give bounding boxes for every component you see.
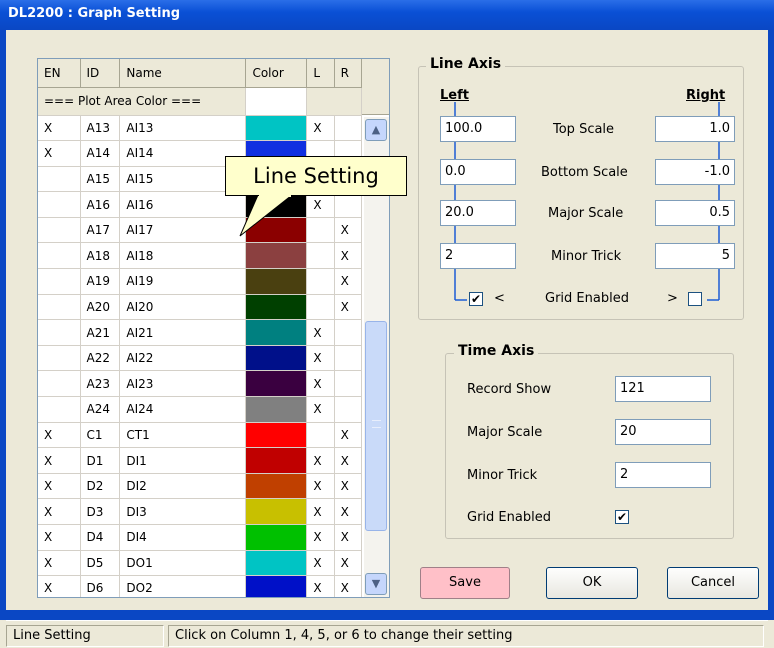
minor-trick-label: Minor Trick <box>551 249 622 264</box>
time-major-scale-input[interactable]: 20 <box>615 419 711 445</box>
record-show-input[interactable]: 121 <box>615 376 711 402</box>
status-pane-right: Click on Column 1, 4, 5, or 6 to change … <box>168 625 764 647</box>
top-scale-left-input[interactable]: 100.0 <box>440 116 516 142</box>
time-grid-enabled-checkbox[interactable]: ✔ <box>615 510 629 524</box>
cancel-button[interactable]: Cancel <box>667 567 759 599</box>
checkmark-icon: ✔ <box>470 292 482 306</box>
time-major-scale-label: Major Scale <box>467 425 543 440</box>
bottom-scale-label: Bottom Scale <box>541 165 628 180</box>
time-minor-trick-label: Minor Trick <box>467 468 538 483</box>
major-scale-left-input[interactable]: 20.0 <box>440 200 516 226</box>
axis-lines <box>454 102 720 301</box>
grid-left-marker: < <box>494 291 505 306</box>
grid-right-marker: > <box>667 291 678 306</box>
major-scale-right-input[interactable]: 0.5 <box>655 200 735 226</box>
window-bottom-border <box>0 610 774 620</box>
minor-trick-left-input[interactable]: 2 <box>440 243 516 269</box>
time-grid-enabled-label: Grid Enabled <box>467 510 551 525</box>
grid-enabled-right-checkbox[interactable] <box>688 292 702 306</box>
grid-enabled-left-checkbox[interactable]: ✔ <box>469 292 483 306</box>
record-show-label: Record Show <box>467 382 552 397</box>
status-pane-left: Line Setting <box>6 625 164 647</box>
status-bar: Line Setting Click on Column 1, 4, 5, or… <box>6 620 768 648</box>
checkmark-icon: ✔ <box>616 510 628 524</box>
graph-setting-window: DL2200 : Graph Setting EN ID Name Color … <box>0 0 774 648</box>
ok-button[interactable]: OK <box>546 567 638 599</box>
major-scale-label: Major Scale <box>548 206 624 221</box>
top-scale-right-input[interactable]: 1.0 <box>655 116 735 142</box>
time-minor-trick-input[interactable]: 2 <box>615 462 711 488</box>
grid-enabled-label: Grid Enabled <box>545 291 629 306</box>
bottom-scale-right-input[interactable]: -1.0 <box>655 159 735 185</box>
bottom-scale-left-input[interactable]: 0.0 <box>440 159 516 185</box>
time-axis-title: Time Axis <box>454 343 539 359</box>
save-button[interactable]: Save <box>420 567 510 599</box>
minor-trick-right-input[interactable]: 5 <box>655 243 735 269</box>
top-scale-label: Top Scale <box>553 122 615 137</box>
